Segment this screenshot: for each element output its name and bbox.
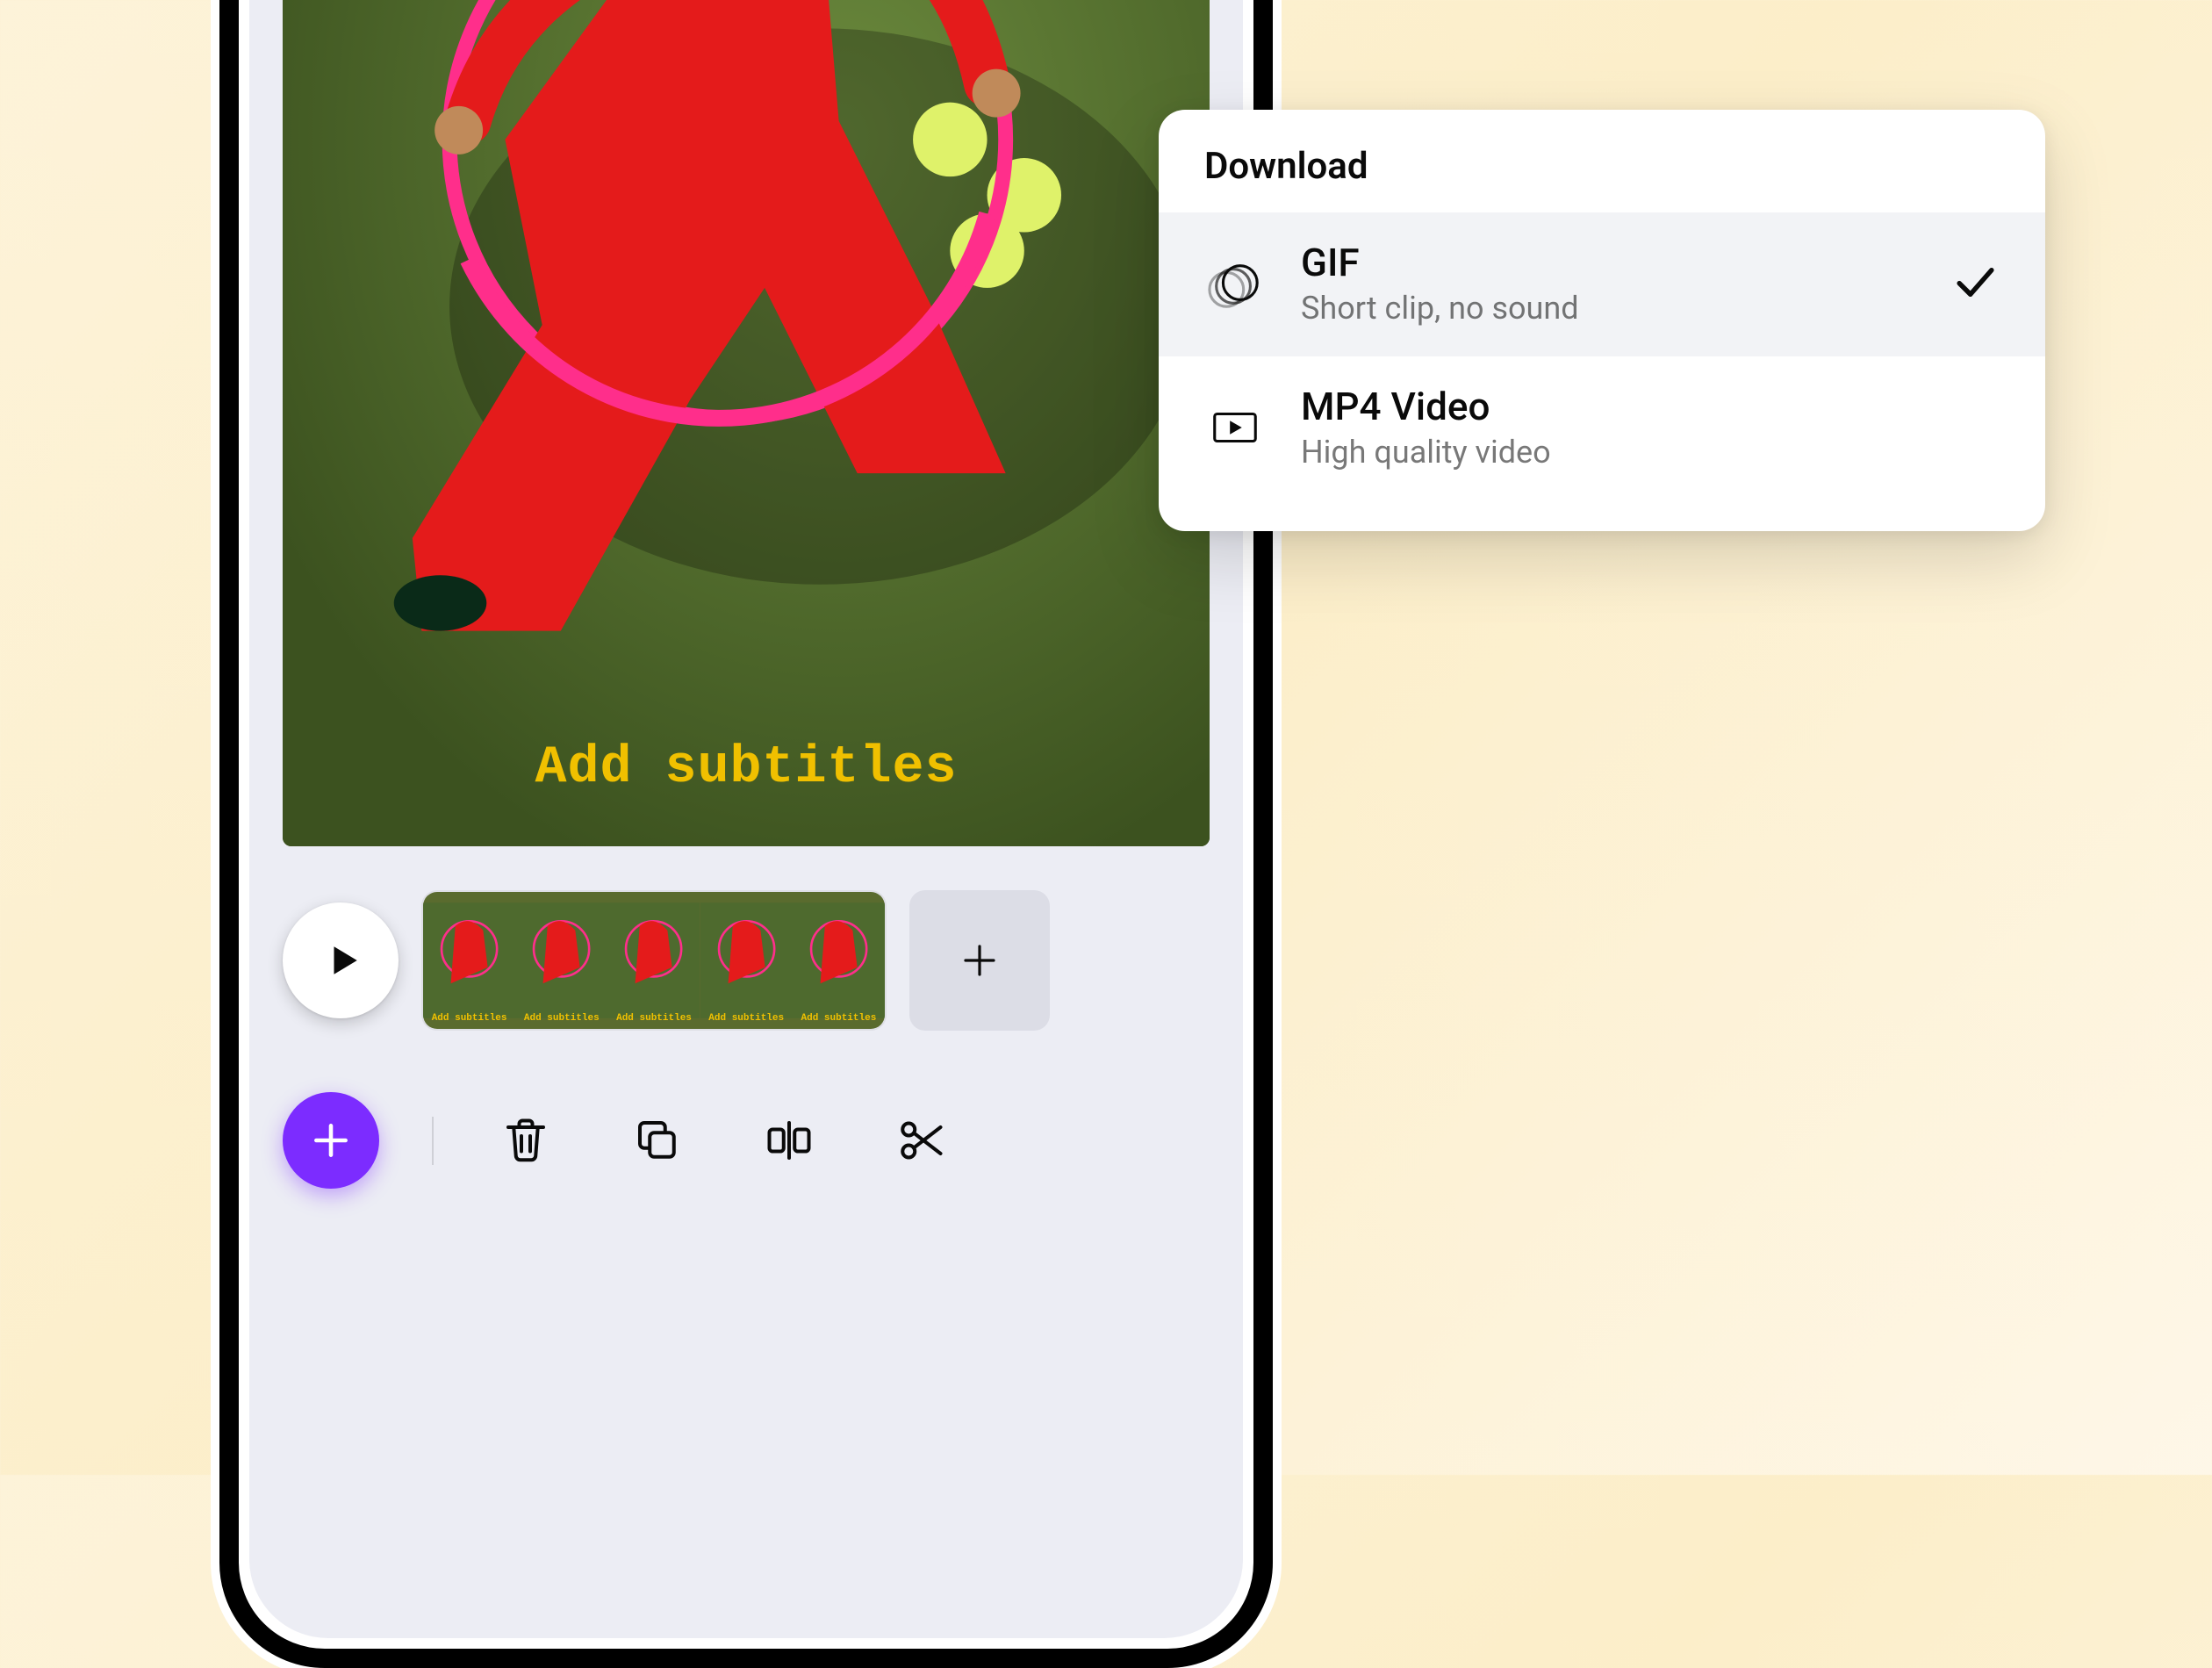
thumb-label: Add subtitles bbox=[423, 1013, 515, 1024]
copy-icon bbox=[631, 1114, 684, 1167]
option-text: GIF Short clip, no sound bbox=[1301, 239, 1916, 330]
delete-button[interactable] bbox=[486, 1101, 565, 1180]
clip-thumb: Add subtitles bbox=[793, 892, 885, 1029]
clip-thumb: Add subtitles bbox=[423, 892, 515, 1029]
clip-thumb: Add subtitles bbox=[515, 892, 607, 1029]
play-button[interactable] bbox=[283, 902, 399, 1018]
video-preview[interactable]: Add subtitles bbox=[283, 0, 1210, 846]
download-option-gif[interactable]: GIF Short clip, no sound bbox=[1159, 212, 2045, 356]
scissors-icon bbox=[894, 1114, 947, 1167]
duplicate-button[interactable] bbox=[618, 1101, 697, 1180]
phone-frame: Add subtitles Add subtitles Add subtitle… bbox=[219, 0, 1273, 1668]
video-icon bbox=[1204, 397, 1266, 458]
thumb-label: Add subtitles bbox=[700, 1013, 793, 1024]
add-button[interactable] bbox=[283, 1092, 379, 1189]
check-icon bbox=[1951, 258, 2000, 310]
thumb-label: Add subtitles bbox=[607, 1013, 700, 1024]
phone-screen: Add subtitles Add subtitles Add subtitle… bbox=[249, 0, 1243, 1638]
option-title: MP4 Video bbox=[1301, 383, 2000, 431]
editor-toolbar bbox=[249, 1066, 1243, 1294]
popover-title: Download bbox=[1159, 110, 2045, 212]
gif-icon bbox=[1204, 254, 1266, 315]
subtitle-text[interactable]: Add subtitles bbox=[283, 738, 1210, 798]
plus-icon bbox=[959, 939, 1001, 981]
option-text: MP4 Video High quality video bbox=[1301, 383, 2000, 474]
play-icon bbox=[325, 942, 362, 979]
option-subtitle: Short clip, no sound bbox=[1301, 287, 1916, 330]
plus-icon bbox=[309, 1118, 353, 1162]
option-subtitle: High quality video bbox=[1301, 431, 2000, 474]
option-title: GIF bbox=[1301, 239, 1916, 287]
trash-icon bbox=[499, 1114, 552, 1167]
download-popover: Download GIF Short clip, no sound MP4 Vi… bbox=[1159, 110, 2045, 531]
clip-strip[interactable]: Add subtitles Add subtitles Add subtitle… bbox=[421, 890, 887, 1031]
divider bbox=[432, 1117, 434, 1165]
add-clip-button[interactable] bbox=[909, 890, 1050, 1031]
timeline: Add subtitles Add subtitles Add subtitle… bbox=[249, 846, 1243, 1066]
clip-thumb: Add subtitles bbox=[700, 892, 793, 1029]
split-icon bbox=[763, 1114, 815, 1167]
cut-button[interactable] bbox=[881, 1101, 960, 1180]
split-button[interactable] bbox=[750, 1101, 829, 1180]
clip-thumb: Add subtitles bbox=[607, 892, 700, 1029]
thumb-label: Add subtitles bbox=[793, 1013, 885, 1024]
preview-illustration bbox=[283, 0, 1210, 846]
download-option-mp4[interactable]: MP4 Video High quality video bbox=[1159, 356, 2045, 500]
thumb-label: Add subtitles bbox=[515, 1013, 607, 1024]
